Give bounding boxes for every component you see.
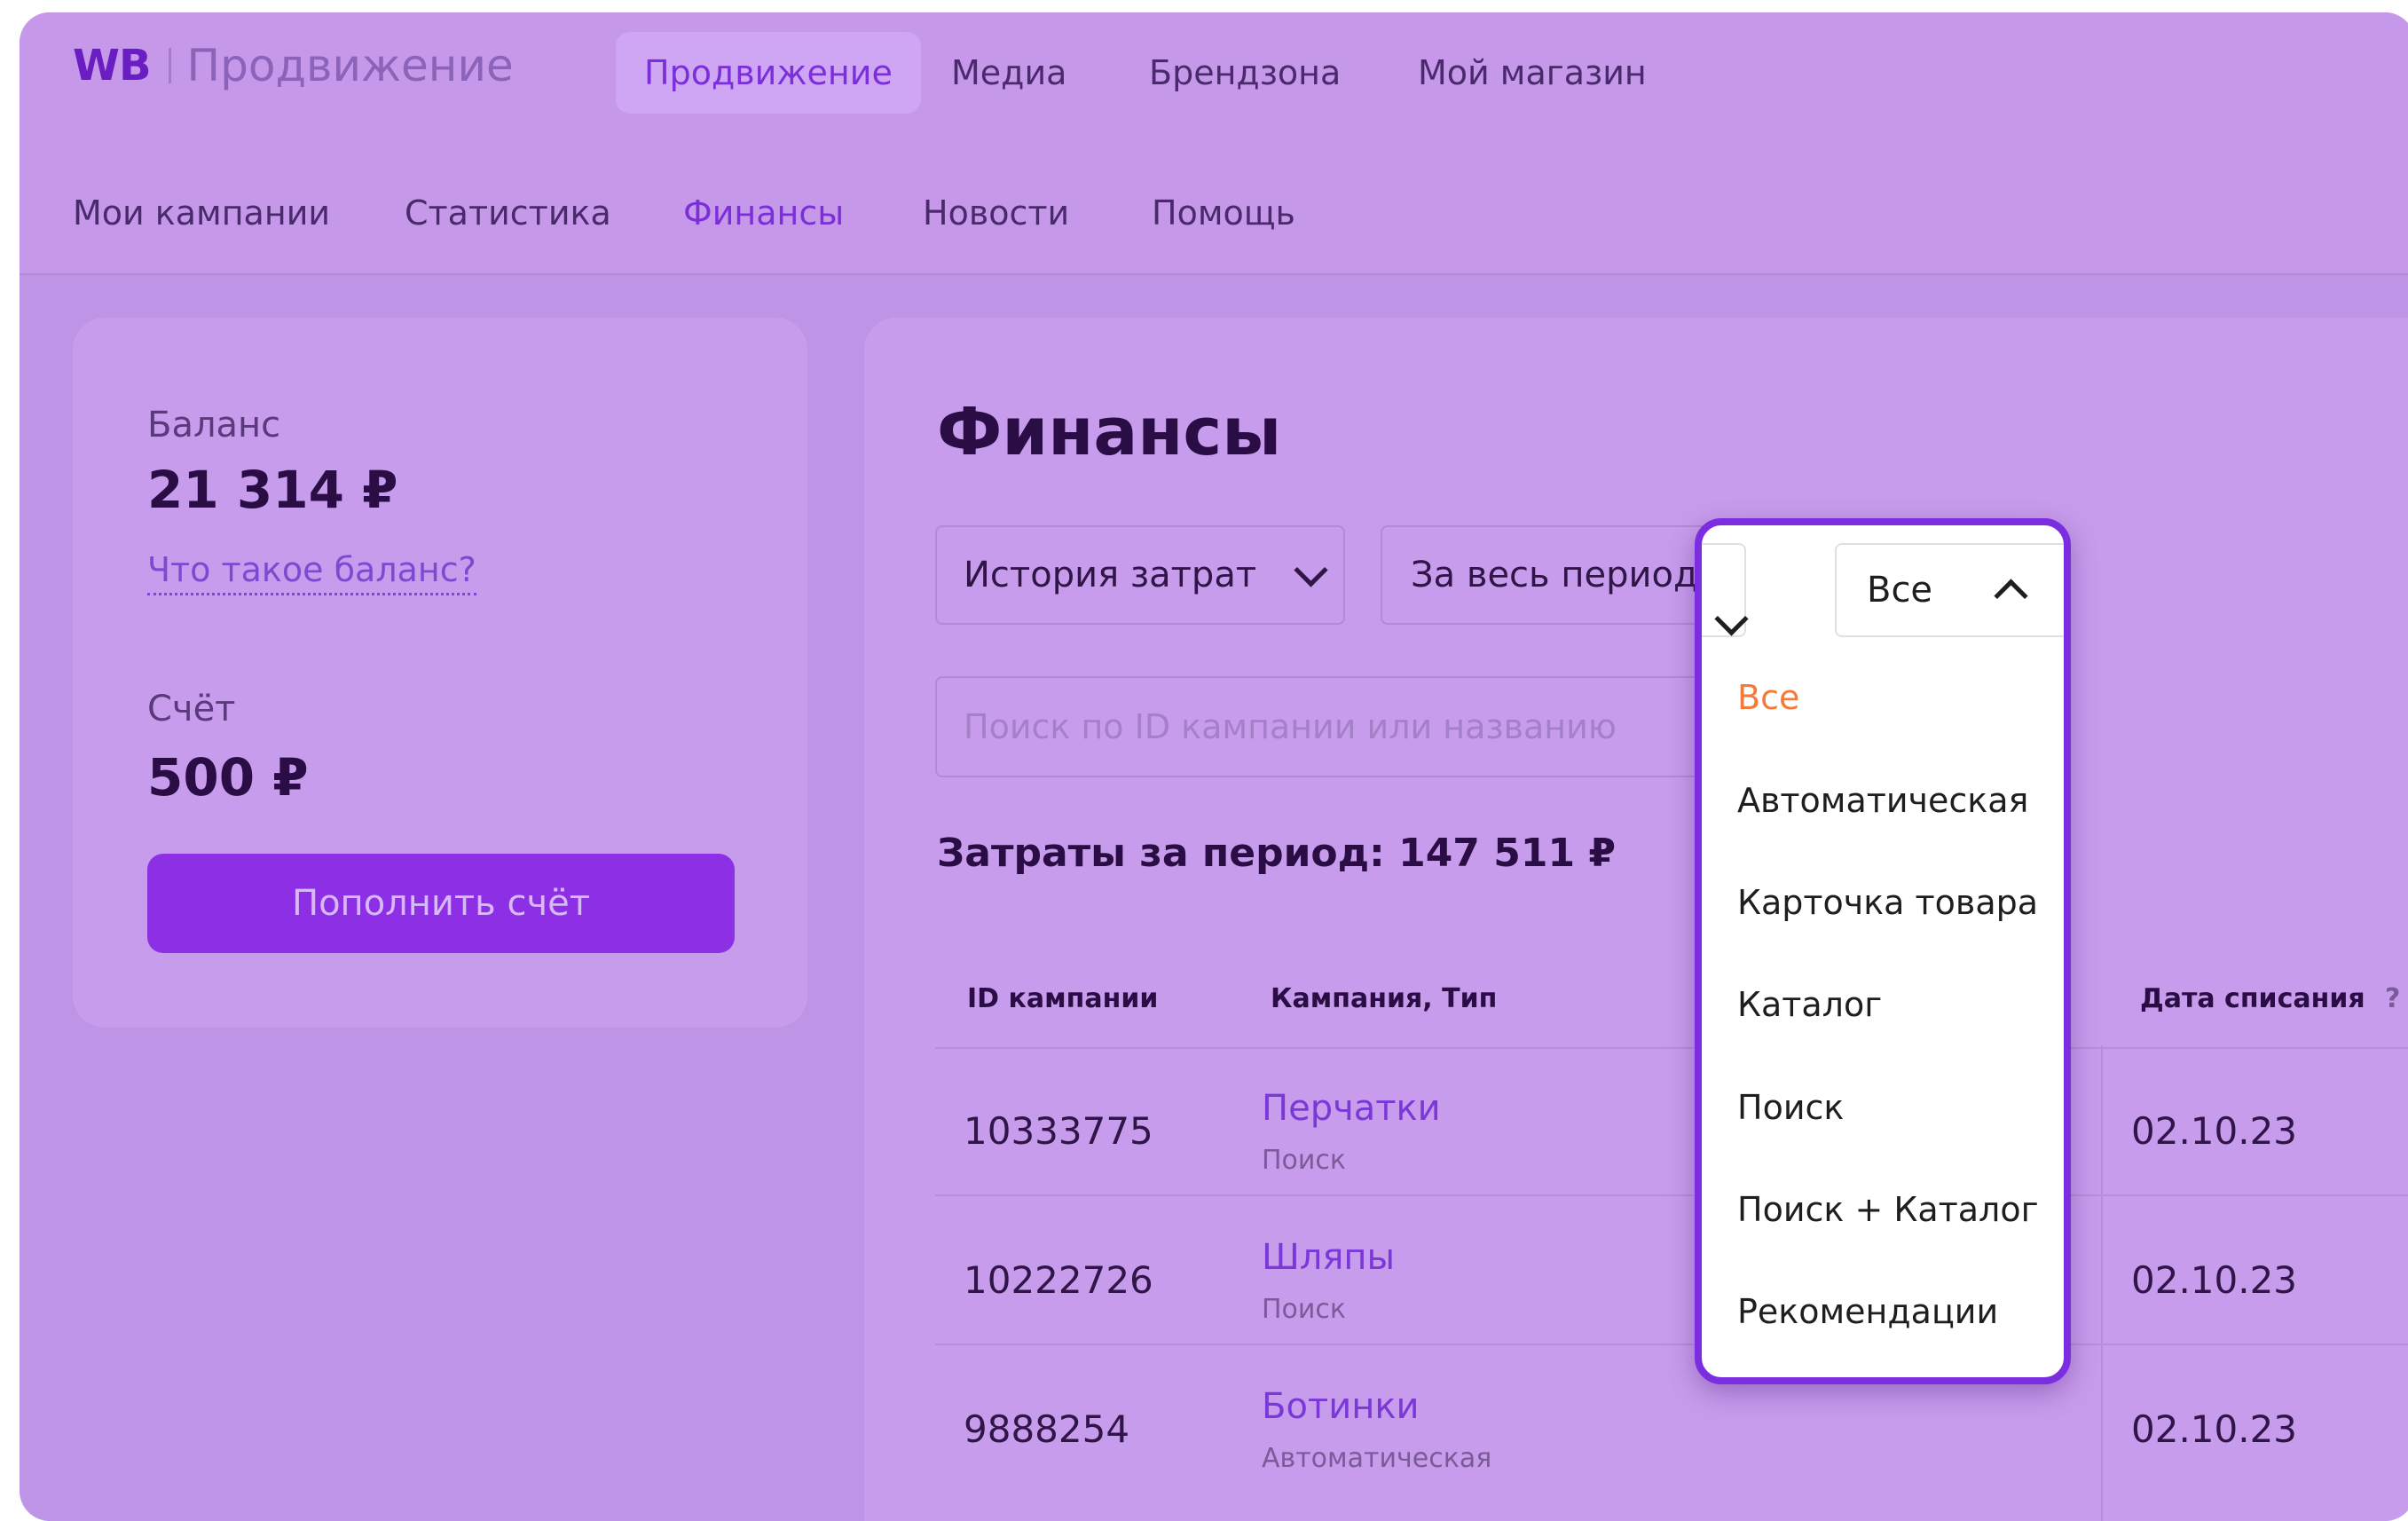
top-navigation: WB Продвижение Продвижение Медиа Брендзо… (20, 12, 2408, 144)
chevron-up-icon (1994, 578, 2028, 613)
period-total: Затраты за период: 147 511 ₽ (937, 831, 1617, 876)
table-row-divider (935, 1344, 2408, 1345)
period-filter-value: За весь период (1411, 555, 1698, 595)
chevron-down-icon (1294, 552, 1328, 587)
logo-divider (168, 48, 171, 83)
table-row-divider (935, 1194, 2408, 1196)
search-placeholder: Поиск по ID кампании или названию (964, 707, 1617, 746)
help-icon[interactable]: ? (2385, 983, 2400, 1014)
dropdown-option-search[interactable]: Поиск (1737, 1088, 1844, 1127)
sub-tab-help[interactable]: Помощь (1152, 193, 1295, 232)
column-divider (2101, 1045, 2103, 1521)
table-row-id: 10333775 (964, 1109, 1153, 1153)
history-filter-select[interactable]: История затрат (935, 525, 1345, 625)
campaign-link[interactable]: Перчатки (1262, 1088, 1441, 1129)
campaign-type-dropdown: Все Все Автоматическая Карточка товара К… (1695, 518, 2071, 1384)
balance-value: 21 314 ₽ (147, 460, 398, 520)
campaign-type: Поиск (1262, 1294, 1347, 1325)
app-window: WB Продвижение Продвижение Медиа Брендзо… (20, 12, 2408, 1521)
dropdown-option-all[interactable]: Все (1737, 678, 1799, 717)
balance-help-link[interactable]: Что такое баланс? (147, 550, 476, 595)
table-row-date: 02.10.23 (2131, 1258, 2298, 1302)
balance-label: Баланс (147, 405, 281, 445)
account-value: 500 ₽ (147, 747, 309, 808)
sub-tab-finances[interactable]: Финансы (683, 193, 844, 232)
account-label: Счёт (147, 689, 236, 729)
campaign-search-input[interactable]: Поиск по ID кампании или названию (935, 676, 1751, 777)
dropdown-option-catalog[interactable]: Каталог (1737, 985, 1882, 1024)
campaign-type-select[interactable]: Все (1835, 543, 2064, 637)
column-header-date[interactable]: Дата списания (2140, 983, 2365, 1014)
logo-mark: WB (73, 41, 152, 91)
logo-text: Продвижение (186, 40, 514, 91)
dropdown-option-search-catalog[interactable]: Поиск + Каталог (1737, 1190, 2039, 1229)
table-row-date: 02.10.23 (2131, 1407, 2298, 1451)
campaign-link[interactable]: Ботинки (1262, 1386, 1420, 1427)
sub-navigation: Мои кампании Статистика Финансы Новости … (20, 142, 2408, 275)
top-tab-my-store[interactable]: Мой магазин (1418, 32, 1647, 114)
topup-account-button[interactable]: Пополнить счёт (147, 854, 735, 953)
history-filter-value: История затрат (964, 555, 1257, 595)
top-tab-promotion[interactable]: Продвижение (616, 32, 921, 114)
dropdown-option-recommendations[interactable]: Рекомендации (1737, 1292, 1998, 1331)
table-row-id: 9888254 (964, 1407, 1130, 1451)
sub-tab-statistics[interactable]: Статистика (405, 193, 611, 232)
campaign-type: Поиск (1262, 1145, 1347, 1176)
logo[interactable]: WB Продвижение (73, 39, 514, 92)
balance-card: Баланс 21 314 ₽ Что такое баланс? Счёт 5… (73, 318, 807, 1028)
campaign-type-selected: Все (1867, 570, 1933, 611)
dropdown-option-product-card[interactable]: Карточка товара (1737, 883, 2038, 922)
table-header-divider (935, 1047, 2408, 1049)
finances-panel: Финансы История затрат За весь период По… (864, 318, 2408, 1521)
column-header-id[interactable]: ID кампании (967, 983, 1158, 1014)
dropdown-option-automatic[interactable]: Автоматическая (1737, 781, 2028, 820)
column-header-campaign[interactable]: Кампания, Тип (1271, 983, 1497, 1014)
top-tab-brandzone[interactable]: Брендзона (1149, 32, 1341, 114)
page-title: Финансы (937, 394, 1282, 470)
campaign-link[interactable]: Шляпы (1262, 1237, 1395, 1278)
top-tab-media[interactable]: Медиа (951, 32, 1066, 114)
sub-tab-my-campaigns[interactable]: Мои кампании (73, 193, 330, 232)
table-row-id: 10222726 (964, 1258, 1153, 1302)
sub-tab-news[interactable]: Новости (923, 193, 1069, 232)
campaign-type: Автоматическая (1262, 1443, 1492, 1474)
table-row-date: 02.10.23 (2131, 1109, 2298, 1153)
